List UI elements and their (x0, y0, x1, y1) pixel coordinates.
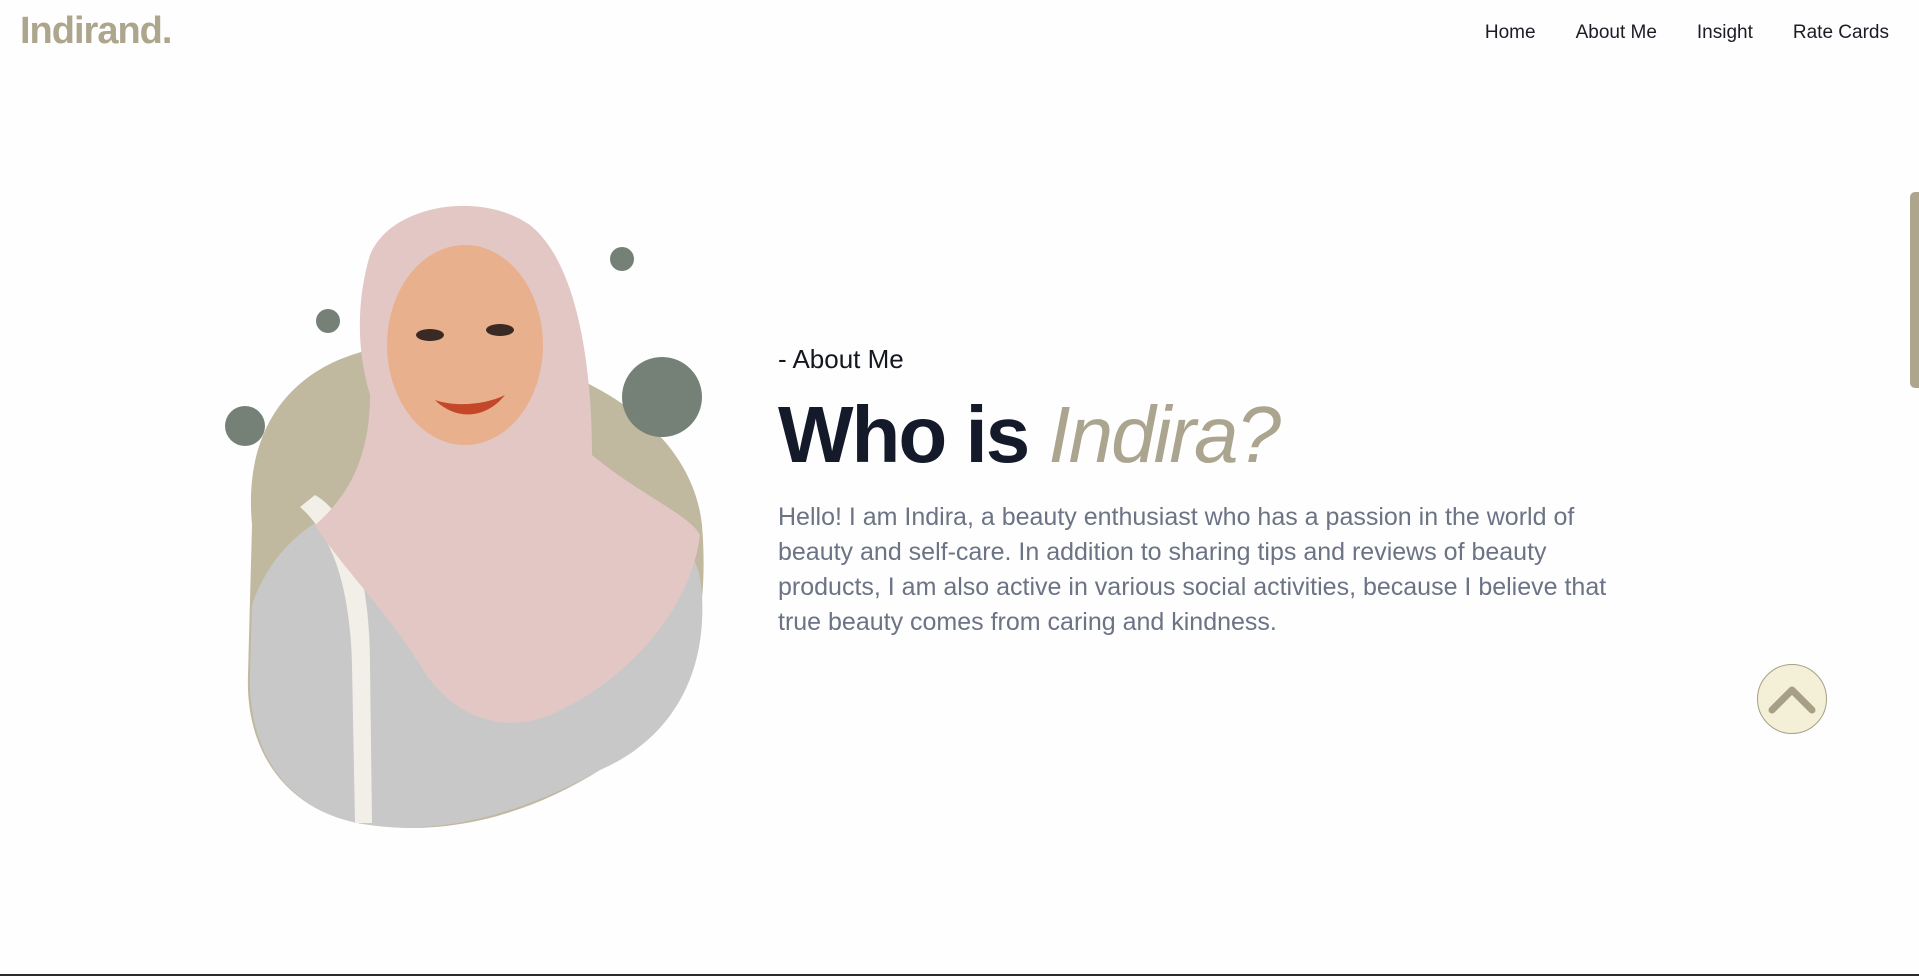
main-nav: Home About Me Insight Rate Cards (1485, 22, 1889, 44)
decor-dot-left (225, 406, 265, 446)
chevron-up-icon (1768, 686, 1816, 714)
nav-about-me[interactable]: About Me (1576, 22, 1657, 44)
about-description: Hello! I am Indira, a beauty enthusiast … (778, 503, 1607, 636)
scrollbar-thumb[interactable] (1910, 192, 1919, 388)
section-eyebrow: - About Me (778, 344, 904, 374)
decor-dot-top (610, 247, 634, 271)
section-heading: Who is Indira? (778, 395, 1281, 475)
back-to-top-button[interactable] (1757, 664, 1827, 734)
nav-insight[interactable]: Insight (1697, 22, 1753, 44)
nav-home[interactable]: Home (1485, 22, 1536, 44)
page-scrollbar[interactable] (1909, 0, 1919, 976)
heading-main: Who is (778, 390, 1030, 479)
nav-rate-cards[interactable]: Rate Cards (1793, 22, 1889, 44)
decor-dot-large (622, 357, 702, 437)
decor-dot-small (316, 309, 340, 333)
heading-accent: Indira? (1048, 390, 1281, 479)
brand-logo[interactable]: Indirand. (20, 10, 172, 53)
portrait-face (387, 245, 543, 445)
about-page: Indirand. Home About Me Insight Rate Car… (0, 0, 1919, 976)
portrait-graphic (225, 205, 704, 828)
profile-illustration (220, 195, 720, 835)
